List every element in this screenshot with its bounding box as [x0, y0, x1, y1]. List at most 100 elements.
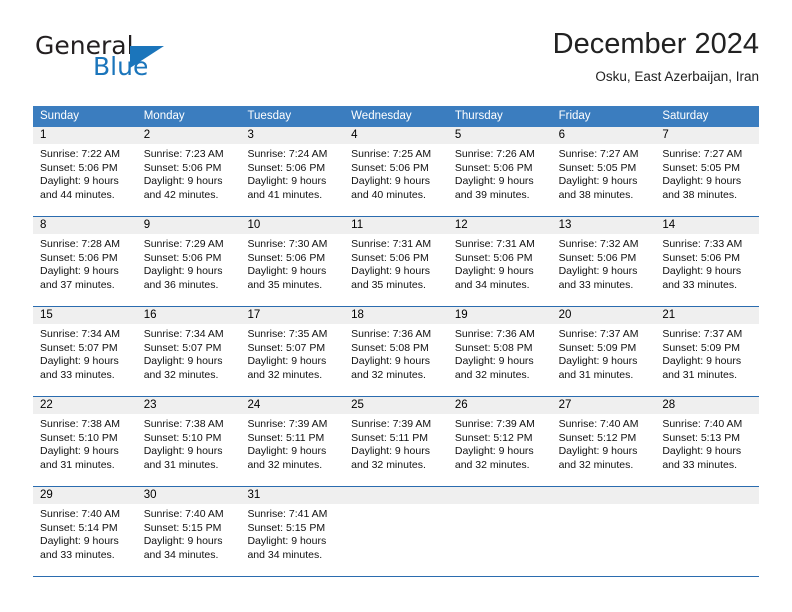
- sunrise-text: Sunrise: 7:26 AM: [454, 148, 535, 160]
- calendar-weeks: 1 Sunrise: 7:22 AM Sunset: 5:06 PM Daylight…: [33, 127, 760, 577]
- calendar-day-cell[interactable]: 14 Sunrise: 7:33 AM Sunset: 5:06 PM Dayligh…: [655, 217, 760, 306]
- daylight-text-line1: Daylight: 9 hours: [662, 355, 742, 367]
- daylight-text-line2: and 35 minutes.: [247, 278, 323, 291]
- calendar-day-cell[interactable]: 31 Sunrise: 7:41 AM Sunset: 5:15 PM Dayligh…: [240, 487, 345, 576]
- day-details: Sunrise: 7:38 AM Sunset: 5:10 PM Daylight:…: [33, 414, 137, 472]
- calendar-day-cell[interactable]: 17 Sunrise: 7:35 AM Sunset: 5:07 PM Dayligh…: [240, 307, 345, 396]
- sunset-text: Sunset: 5:06 PM: [247, 161, 326, 174]
- title-block: December 2024 Osku, East Azerbaijan, Ira…: [553, 26, 759, 85]
- calendar-day-cell[interactable]: 20 Sunrise: 7:37 AM Sunset: 5:09 PM Dayligh…: [551, 307, 656, 396]
- day-number: 12: [447, 217, 552, 234]
- day-number: 3: [240, 127, 345, 144]
- calendar-week-row: 29 Sunrise: 7:40 AM Sunset: 5:14 PM Dayligh…: [33, 487, 760, 577]
- calendar-day-cell[interactable]: 3 Sunrise: 7:24 AM Sunset: 5:06 PM Daylight…: [240, 127, 345, 216]
- day-details: Sunrise: 7:26 AM Sunset: 5:06 PM Daylight:…: [448, 144, 552, 202]
- calendar-day-cell[interactable]: 13 Sunrise: 7:32 AM Sunset: 5:06 PM Dayligh…: [551, 217, 656, 306]
- day-details: [655, 504, 759, 508]
- day-details: Sunrise: 7:33 AM Sunset: 5:06 PM Daylight:…: [655, 234, 759, 292]
- calendar-day-cell[interactable]: 10 Sunrise: 7:30 AM Sunset: 5:06 PM Dayligh…: [240, 217, 345, 306]
- daylight-text-line1: Daylight: 9 hours: [351, 445, 430, 457]
- calendar-day-cell[interactable]: 27 Sunrise: 7:40 AM Sunset: 5:12 PM Dayligh…: [551, 397, 656, 486]
- day-details: Sunrise: 7:34 AM Sunset: 5:07 PM Daylight:…: [33, 324, 137, 382]
- daylight-text-line1: Daylight: 9 hours: [40, 265, 119, 277]
- page-title: December 2024: [552, 28, 759, 60]
- daylight-text-line1: Daylight: 9 hours: [558, 355, 638, 367]
- calendar-day-cell[interactable]: 6 Sunrise: 7:27 AM Sunset: 5:05 PM Daylight…: [551, 127, 656, 216]
- calendar-day-cell[interactable]: 15 Sunrise: 7:34 AM Sunset: 5:07 PM Dayligh…: [33, 307, 137, 396]
- daylight-text-line1: Daylight: 9 hours: [558, 445, 638, 457]
- sunrise-text: Sunrise: 7:38 AM: [40, 418, 120, 430]
- daylight-text-line1: Daylight: 9 hours: [143, 445, 223, 457]
- calendar-day-cell[interactable]: 2 Sunrise: 7:23 AM Sunset: 5:06 PM Daylight…: [136, 127, 241, 216]
- calendar-day-cell[interactable]: 7 Sunrise: 7:27 AM Sunset: 5:05 PM Daylight…: [655, 127, 760, 216]
- daylight-text-line1: Daylight: 9 hours: [454, 445, 534, 457]
- day-number: 8: [33, 217, 137, 234]
- daylight-text-line2: and 44 minutes.: [40, 188, 115, 201]
- calendar-day-cell[interactable]: 30 Sunrise: 7:40 AM Sunset: 5:15 PM Dayligh…: [136, 487, 241, 576]
- day-details: Sunrise: 7:40 AM Sunset: 5:12 PM Daylight:…: [552, 414, 656, 472]
- calendar-day-cell[interactable]: 9 Sunrise: 7:29 AM Sunset: 5:06 PM Daylight…: [136, 217, 241, 306]
- sunset-text: Sunset: 5:12 PM: [558, 431, 637, 444]
- sunset-text: Sunset: 5:06 PM: [247, 251, 326, 264]
- daylight-text-line2: and 40 minutes.: [351, 188, 426, 201]
- day-details: Sunrise: 7:27 AM Sunset: 5:05 PM Daylight:…: [655, 144, 759, 202]
- day-details: Sunrise: 7:34 AM Sunset: 5:07 PM Daylight:…: [137, 324, 241, 382]
- weekday-sunday: Sunday: [40, 110, 80, 122]
- daylight-text-line2: and 34 minutes.: [247, 548, 323, 561]
- day-number: 29: [33, 487, 137, 504]
- calendar-week-row: 15 Sunrise: 7:34 AM Sunset: 5:07 PM Dayligh…: [33, 307, 760, 397]
- calendar-day-cell[interactable]: 11 Sunrise: 7:31 AM Sunset: 5:06 PM Dayligh…: [344, 217, 448, 306]
- calendar-day-cell[interactable]: 29 Sunrise: 7:40 AM Sunset: 5:14 PM Dayligh…: [33, 487, 137, 576]
- calendar-day-cell[interactable]: 23 Sunrise: 7:38 AM Sunset: 5:10 PM Dayligh…: [136, 397, 241, 486]
- calendar-day-cell[interactable]: 21 Sunrise: 7:37 AM Sunset: 5:09 PM Dayligh…: [655, 307, 760, 396]
- calendar-day-cell[interactable]: 22 Sunrise: 7:38 AM Sunset: 5:10 PM Dayligh…: [33, 397, 137, 486]
- day-number: 14: [655, 217, 760, 234]
- calendar-day-cell[interactable]: 19 Sunrise: 7:36 AM Sunset: 5:08 PM Dayligh…: [447, 307, 552, 396]
- daylight-text-line1: Daylight: 9 hours: [454, 355, 534, 367]
- daylight-text-line2: and 41 minutes.: [247, 188, 323, 201]
- daylight-text-line1: Daylight: 9 hours: [247, 175, 327, 187]
- day-number: [655, 487, 760, 504]
- sunset-text: Sunset: 5:05 PM: [662, 161, 740, 174]
- day-details: Sunrise: 7:39 AM Sunset: 5:11 PM Daylight:…: [240, 414, 344, 472]
- daylight-text-line1: Daylight: 9 hours: [143, 355, 223, 367]
- sunrise-text: Sunrise: 7:22 AM: [40, 148, 120, 160]
- calendar-day-cell[interactable]: 1 Sunrise: 7:22 AM Sunset: 5:06 PM Daylight…: [33, 127, 137, 216]
- sunrise-text: Sunrise: 7:37 AM: [558, 328, 639, 340]
- calendar-day-cell[interactable]: 18 Sunrise: 7:36 AM Sunset: 5:08 PM Dayligh…: [344, 307, 448, 396]
- calendar-day-cell-empty: [551, 487, 656, 576]
- calendar-day-cell[interactable]: 28 Sunrise: 7:40 AM Sunset: 5:13 PM Dayligh…: [655, 397, 760, 486]
- day-details: Sunrise: 7:35 AM Sunset: 5:07 PM Daylight:…: [240, 324, 344, 382]
- sunrise-text: Sunrise: 7:24 AM: [247, 148, 328, 160]
- daylight-text-line2: and 34 minutes.: [454, 278, 530, 291]
- day-number: 22: [33, 397, 137, 414]
- daylight-text-line1: Daylight: 9 hours: [351, 175, 430, 187]
- calendar-day-cell[interactable]: 25 Sunrise: 7:39 AM Sunset: 5:11 PM Dayligh…: [344, 397, 448, 486]
- sunset-text: Sunset: 5:08 PM: [454, 341, 533, 354]
- sunset-text: Sunset: 5:15 PM: [247, 521, 326, 534]
- day-number: 20: [551, 307, 656, 324]
- calendar-day-cell[interactable]: 24 Sunrise: 7:39 AM Sunset: 5:11 PM Dayligh…: [240, 397, 345, 486]
- day-number: 31: [240, 487, 345, 504]
- day-number: 6: [551, 127, 656, 144]
- calendar-day-cell[interactable]: 4 Sunrise: 7:25 AM Sunset: 5:06 PM Daylight…: [344, 127, 448, 216]
- day-details: Sunrise: 7:22 AM Sunset: 5:06 PM Daylight:…: [33, 144, 137, 202]
- weekday-wednesday: Wednesday: [351, 110, 412, 122]
- weekday-monday: Monday: [143, 110, 185, 122]
- calendar-day-cell[interactable]: 8 Sunrise: 7:28 AM Sunset: 5:06 PM Daylight…: [33, 217, 137, 306]
- calendar-day-cell[interactable]: 5 Sunrise: 7:26 AM Sunset: 5:06 PM Daylight…: [447, 127, 552, 216]
- weekday-thursday: Thursday: [454, 110, 503, 122]
- calendar-day-cell[interactable]: 12 Sunrise: 7:31 AM Sunset: 5:06 PM Dayligh…: [447, 217, 552, 306]
- day-details: Sunrise: 7:36 AM Sunset: 5:08 PM Daylight:…: [448, 324, 552, 382]
- day-number: [551, 487, 656, 504]
- calendar-day-cell[interactable]: 26 Sunrise: 7:39 AM Sunset: 5:12 PM Dayligh…: [447, 397, 552, 486]
- sunrise-text: Sunrise: 7:40 AM: [558, 418, 639, 430]
- day-details: [344, 504, 448, 508]
- sunset-text: Sunset: 5:09 PM: [662, 341, 740, 354]
- page-subtitle: Osku, East Azerbaijan, Iran: [595, 69, 759, 84]
- day-number: 21: [655, 307, 760, 324]
- sunrise-text: Sunrise: 7:41 AM: [247, 508, 328, 520]
- calendar-day-cell[interactable]: 16 Sunrise: 7:34 AM Sunset: 5:07 PM Dayligh…: [136, 307, 241, 396]
- day-details: Sunrise: 7:38 AM Sunset: 5:10 PM Daylight:…: [137, 414, 241, 472]
- sunset-text: Sunset: 5:06 PM: [454, 251, 533, 264]
